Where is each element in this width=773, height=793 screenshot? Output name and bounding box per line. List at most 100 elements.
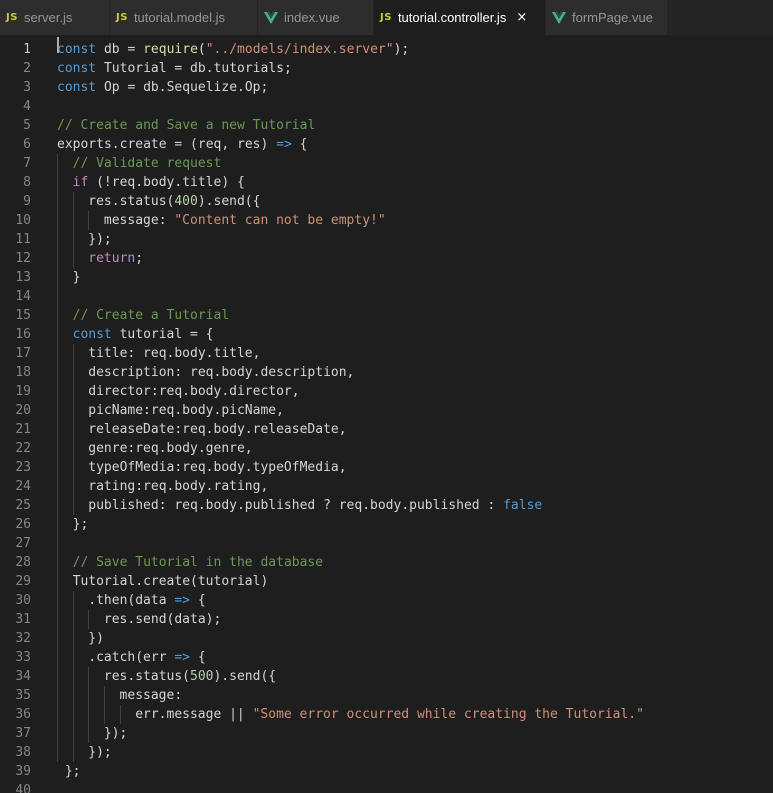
close-icon[interactable]: × <box>516 10 527 25</box>
code-line: }); <box>103 726 128 741</box>
code-line: // Save Tutorial in the database <box>72 555 324 570</box>
line-number: 20 <box>15 403 31 418</box>
line-number: 24 <box>15 479 31 494</box>
code-line: title: req.body.title, <box>88 346 261 361</box>
indent-guide <box>72 344 74 515</box>
code-line: .then(data => { <box>88 593 206 608</box>
line-number: 7 <box>23 156 31 171</box>
code-line: const Op = db.Sequelize.Op; <box>57 80 269 95</box>
code-editor[interactable]: 1 2 3 4 5 6 7 8 9 10 11 12 13 14 15 16 17 18 19 20 21 22 23 24 2… <box>0 35 773 793</box>
line-number: 10 <box>15 213 31 228</box>
editor-window: JS server.js JS tutorial.model.js index.vue J… <box>0 0 773 793</box>
code-line: // Create and Save a new Tutorial <box>57 118 316 133</box>
line-number: 3 <box>23 80 31 95</box>
line-number: 8 <box>23 175 31 190</box>
line-number: 1 <box>23 42 31 57</box>
line-number: 22 <box>15 441 31 456</box>
line-number: 33 <box>15 650 31 665</box>
code-line: typeOfMedia:req.body.typeOfMedia, <box>88 460 347 475</box>
line-number: 31 <box>15 612 31 627</box>
line-number: 2 <box>23 61 31 76</box>
code-line: const Tutorial = db.tutorials; <box>57 61 292 76</box>
tab-index-vue[interactable]: index.vue <box>258 0 374 35</box>
line-number: 26 <box>15 517 31 532</box>
line-number: 30 <box>15 593 31 608</box>
vue-file-icon <box>264 11 278 24</box>
line-number: 29 <box>15 574 31 589</box>
indent-guide <box>72 192 74 268</box>
line-number: 35 <box>15 688 31 703</box>
tab-label: index.vue <box>284 10 340 25</box>
code-area[interactable]: const db = require("../models/index.serv… <box>57 35 773 793</box>
line-number: 15 <box>15 308 31 323</box>
line-number: 21 <box>15 422 31 437</box>
code-line: releaseDate:req.body.releaseDate, <box>88 422 347 437</box>
line-number: 38 <box>15 745 31 760</box>
line-number: 25 <box>15 498 31 513</box>
code-line: err.message || "Some error occurred whil… <box>135 707 644 722</box>
indent-guide <box>88 667 90 743</box>
code-line: }; <box>72 517 89 532</box>
code-line: .catch(err => { <box>88 650 206 665</box>
code-line: director:req.body.director, <box>88 384 300 399</box>
tab-tutorial-controller-js[interactable]: JS tutorial.controller.js × <box>374 0 546 35</box>
code-line: rating:req.body.rating, <box>88 479 269 494</box>
tab-server-js[interactable]: JS server.js <box>0 0 110 35</box>
code-line: const db = require("../models/index.serv… <box>57 42 410 57</box>
tab-label: tutorial.controller.js <box>397 10 507 25</box>
tab-formpage-vue[interactable]: formPage.vue <box>546 0 668 35</box>
code-line: Tutorial.create(tutorial) <box>72 574 269 589</box>
line-number: 36 <box>15 707 31 722</box>
indent-guide <box>119 705 121 724</box>
indent-guide <box>72 591 74 762</box>
code-line: message: "Content can not be empty!" <box>103 213 386 228</box>
code-line: picName:req.body.picName, <box>88 403 284 418</box>
code-line: exports.create = (req, res) => { <box>57 137 308 152</box>
code-line: if (!req.body.title) { <box>72 175 245 190</box>
tab-label: server.js <box>23 10 73 25</box>
code-line: }); <box>88 232 112 247</box>
line-number: 39 <box>15 764 31 779</box>
line-number: 6 <box>23 137 31 152</box>
line-number: 4 <box>23 99 31 114</box>
line-number: 23 <box>15 460 31 475</box>
line-number: 18 <box>15 365 31 380</box>
line-number: 28 <box>15 555 31 570</box>
indent-guide <box>57 154 58 762</box>
line-number: 17 <box>15 346 31 361</box>
line-number: 32 <box>15 631 31 646</box>
line-number: 37 <box>15 726 31 741</box>
tab-label: formPage.vue <box>572 10 653 25</box>
tab-label: tutorial.model.js <box>133 10 225 25</box>
line-number: 40 <box>15 783 31 793</box>
line-number: 34 <box>15 669 31 684</box>
indent-guide <box>103 686 105 724</box>
line-number: 14 <box>15 289 31 304</box>
indent-guide <box>88 211 90 230</box>
indent-guide <box>88 610 90 629</box>
line-number: 16 <box>15 327 31 342</box>
text-cursor <box>57 37 59 53</box>
code-line: res.status(400).send({ <box>88 194 261 209</box>
code-line: // Validate request <box>72 156 222 171</box>
code-line: }; <box>64 764 81 779</box>
js-file-icon: JS <box>6 12 18 23</box>
code-line: }); <box>88 745 112 760</box>
tab-tutorial-model-js[interactable]: JS tutorial.model.js <box>110 0 258 35</box>
code-line: description: req.body.description, <box>88 365 355 380</box>
code-line: res.send(data); <box>103 612 222 627</box>
code-line: } <box>72 270 81 285</box>
tab-bar: JS server.js JS tutorial.model.js index.vue J… <box>0 0 773 35</box>
line-number: 19 <box>15 384 31 399</box>
line-number: 5 <box>23 118 31 133</box>
code-line: published: req.body.published ? req.body… <box>88 498 543 513</box>
js-file-icon: JS <box>380 12 392 23</box>
line-number-gutter: 1 2 3 4 5 6 7 8 9 10 11 12 13 14 15 16 17 18 19 20 21 22 23 24 2… <box>0 35 40 793</box>
line-number: 12 <box>15 251 31 266</box>
code-line: genre:req.body.genre, <box>88 441 253 456</box>
code-line: message: <box>119 688 183 703</box>
line-number: 13 <box>15 270 31 285</box>
code-line: res.status(500).send({ <box>103 669 277 684</box>
code-line: return; <box>88 251 144 266</box>
line-number: 11 <box>15 232 31 247</box>
